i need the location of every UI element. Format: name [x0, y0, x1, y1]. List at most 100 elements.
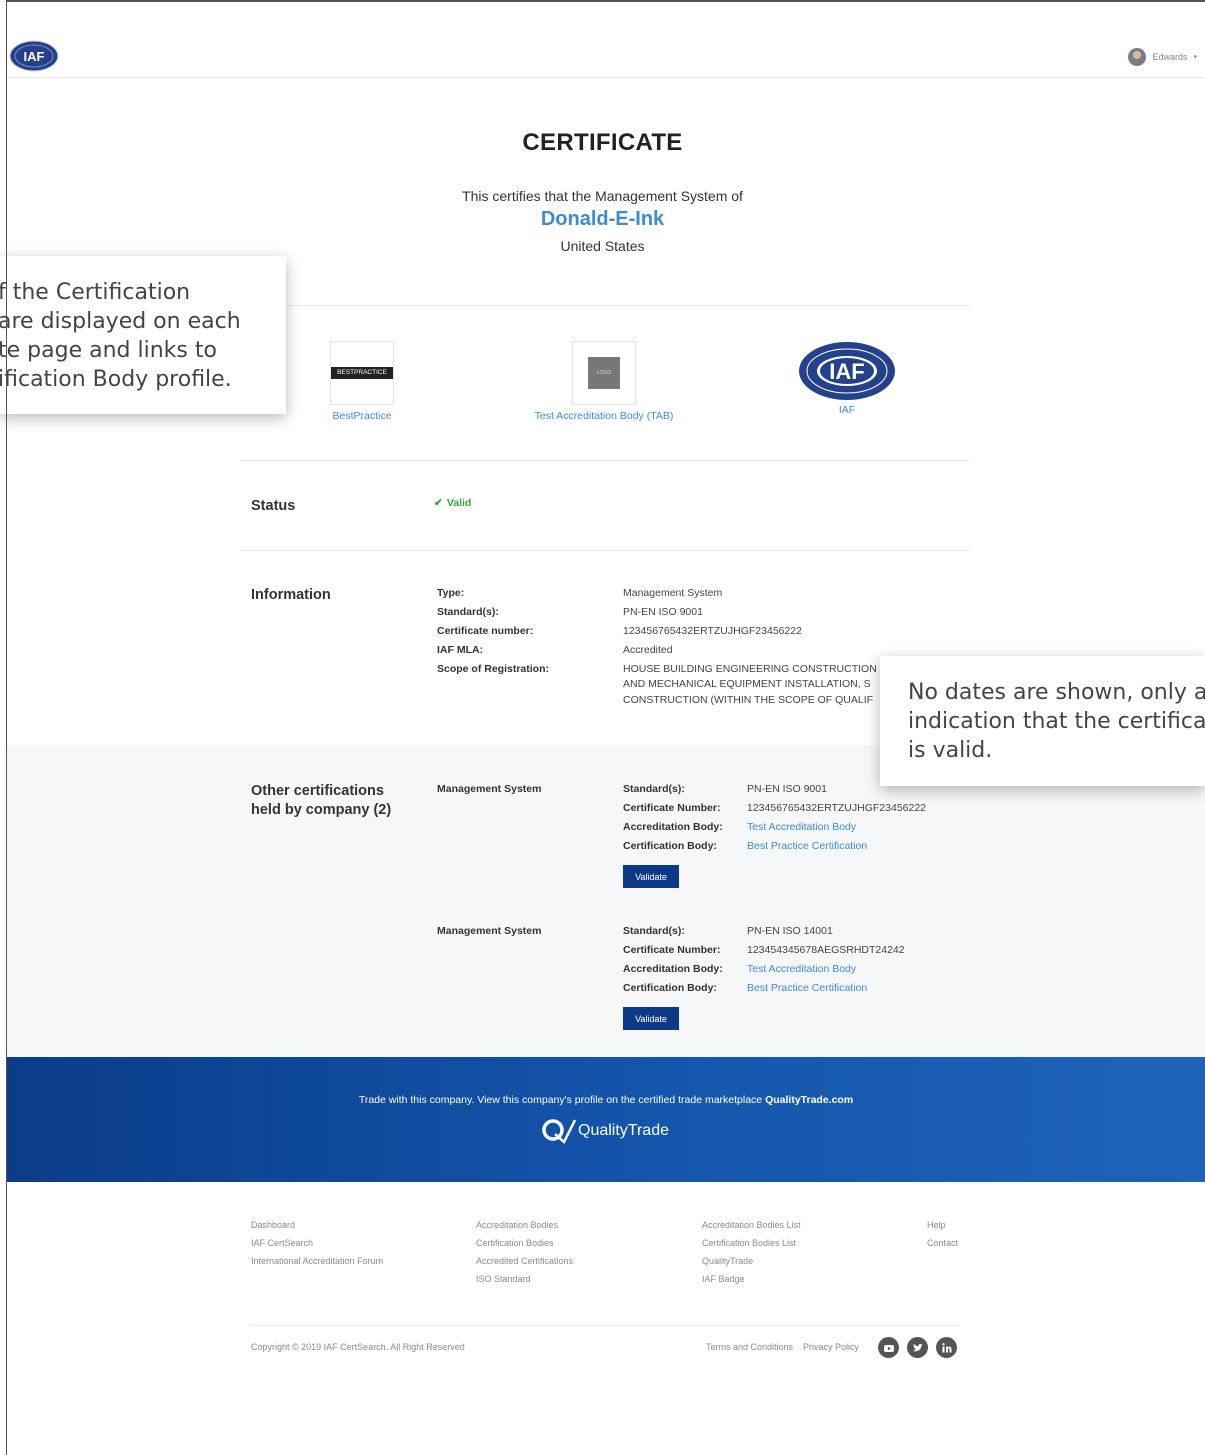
- other-cert-standard: PN-EN ISO 14001: [747, 925, 833, 937]
- other-certifications-label: Other certifications held by company (2): [251, 782, 391, 820]
- annotation-text: No dates are shown, only a indication th…: [908, 680, 1205, 763]
- footer-link-iaf-certsearch[interactable]: IAF CertSearch: [251, 1234, 383, 1252]
- svg-text:IAF: IAF: [829, 359, 864, 384]
- banner-text-prefix: Trade with this company. View this compa…: [358, 1094, 766, 1106]
- certification-body-link[interactable]: BestPractice: [310, 410, 414, 422]
- certification-body-link[interactable]: Best Practice Certification: [747, 982, 867, 995]
- banner-text: Trade with this company. View this compa…: [7, 1094, 1205, 1106]
- footer-link-certification-bodies[interactable]: Certification Bodies: [476, 1234, 573, 1252]
- iaf-link[interactable]: IAF: [816, 404, 878, 416]
- qualitytrade-brand: QualityTrade: [578, 1122, 669, 1139]
- qualitytrade-link[interactable]: QualityTrade.com: [765, 1094, 853, 1106]
- footer-col: Help Contact: [927, 1216, 958, 1252]
- footer-link-iaf[interactable]: International Accreditation Forum: [251, 1252, 383, 1270]
- company-name: Donald-E-Ink: [540, 208, 665, 230]
- footer-col: Accreditation Bodies Certification Bodie…: [476, 1216, 573, 1288]
- info-value-standard: PN-EN ISO 9001: [623, 606, 703, 618]
- other-cert-key: Certificate Number:: [623, 802, 721, 814]
- other-cert-key: Standard(s):: [623, 783, 685, 795]
- iaf-logo[interactable]: IAF: [9, 40, 59, 72]
- tab-logo-placeholder: LOGO: [588, 357, 620, 389]
- privacy-link[interactable]: Privacy Policy: [803, 1342, 859, 1352]
- accreditation-body-link[interactable]: Test Accreditation Body (TAB): [504, 410, 704, 422]
- info-key-scope: Scope of Registration:: [437, 663, 550, 675]
- user-menu[interactable]: Edwards ▾: [1128, 48, 1197, 66]
- footer-link-cb-list[interactable]: Certification Bodies List: [702, 1234, 801, 1252]
- qualitytrade-q-icon: [542, 1119, 576, 1145]
- certification-body-logo[interactable]: BESTPRACTICE: [330, 341, 394, 405]
- info-value-scope-line: CONSTRUCTION (WITHIN THE SCOPE OF QUALIF: [623, 694, 874, 706]
- status-label: Status: [251, 498, 296, 514]
- validate-button[interactable]: Validate: [623, 865, 679, 888]
- check-icon: ✔: [434, 497, 443, 509]
- other-cert-key: Certification Body:: [623, 840, 717, 852]
- other-certifications-label-line: held by company (2): [251, 802, 392, 818]
- footer-link-contact[interactable]: Contact: [927, 1234, 958, 1252]
- information-label: Information: [251, 587, 331, 603]
- other-cert-key: Accreditation Body:: [623, 963, 723, 975]
- info-key-iaf-mla: IAF MLA:: [437, 644, 484, 656]
- info-value-scope-line: HOUSE BUILDING ENGINEERING CONSTRUCTION: [623, 663, 877, 675]
- accreditation-body-link[interactable]: Test Accreditation Body: [747, 821, 856, 834]
- annotation-text: f the Certification are displayed on eac…: [0, 280, 241, 392]
- footer-link-accreditation-bodies[interactable]: Accreditation Bodies: [476, 1216, 573, 1234]
- other-certifications-label-line: Other certifications: [251, 783, 384, 799]
- info-value-iaf-mla: Accredited: [623, 644, 673, 656]
- info-key-standard: Standard(s):: [437, 606, 499, 618]
- validate-button[interactable]: Validate: [623, 1007, 679, 1030]
- footer-link-iso-standard[interactable]: ISO Standard: [476, 1270, 573, 1288]
- info-key-certificate-number: Certificate number:: [437, 625, 534, 637]
- terms-link[interactable]: Terms and Conditions: [706, 1342, 793, 1352]
- iaf-emblem-logo[interactable]: IAF: [797, 341, 897, 401]
- top-bar: IAF Edwards ▾: [7, 2, 1205, 78]
- annotation-callout-right: No dates are shown, only a indication th…: [880, 656, 1205, 786]
- annotation-callout-left: f the Certification are displayed on eac…: [0, 256, 286, 414]
- other-cert-number: 123454345678AEGSRHDT24242: [747, 944, 905, 956]
- user-name[interactable]: Edwards: [1152, 52, 1187, 62]
- status-badge: ✔ Valid: [434, 497, 471, 509]
- bestpractice-logo: BESTPRACTICE: [331, 367, 393, 379]
- svg-text:IAF: IAF: [24, 49, 45, 64]
- certificate-subtitle: This certifies that the Management Syste…: [462, 188, 743, 204]
- footer-col: Dashboard IAF CertSearch International A…: [251, 1216, 383, 1270]
- other-cert-key: Standard(s):: [623, 925, 685, 937]
- info-value-scope-line: AND MECHANICAL EQUIPMENT INSTALLATION, S: [623, 678, 871, 690]
- company-country: United States: [560, 238, 645, 254]
- other-cert-type: Management System: [437, 925, 542, 937]
- other-cert-standard: PN-EN ISO 9001: [747, 783, 827, 795]
- footer-link-qualitytrade[interactable]: QualityTrade: [702, 1252, 801, 1270]
- accreditation-body-link[interactable]: Test Accreditation Body: [747, 963, 856, 976]
- page-title: CERTIFICATE: [522, 129, 683, 156]
- avatar[interactable]: [1128, 48, 1147, 66]
- screenshot-frame-top: [6, 0, 1205, 2]
- divider: [240, 305, 970, 306]
- divider: [240, 550, 970, 551]
- twitter-icon[interactable]: [907, 1337, 928, 1358]
- other-cert-key: Certificate Number:: [623, 944, 721, 956]
- accreditation-body-logo[interactable]: LOGO: [572, 341, 636, 405]
- footer-link-help[interactable]: Help: [927, 1216, 958, 1234]
- divider: [250, 1325, 960, 1326]
- footer-link-iaf-badge[interactable]: IAF Badge: [702, 1270, 801, 1288]
- footer-col: Accreditation Bodies List Certification …: [702, 1216, 801, 1288]
- info-value-certificate-number: 123456765432ERTZUJHGF23456222: [623, 625, 803, 637]
- footer-link-dashboard[interactable]: Dashboard: [251, 1216, 383, 1234]
- chevron-down-icon[interactable]: ▾: [1193, 53, 1197, 61]
- youtube-icon[interactable]: [878, 1337, 899, 1358]
- info-key-type: Type:: [437, 587, 465, 599]
- qualitytrade-logo[interactable]: QualityTrade: [540, 1117, 669, 1145]
- other-cert-key: Accreditation Body:: [623, 821, 723, 833]
- footer-link-ab-list[interactable]: Accreditation Bodies List: [702, 1216, 801, 1234]
- other-cert-number: 123456765432ERTZUJHGF23456222: [747, 802, 927, 814]
- divider: [240, 460, 970, 461]
- linkedin-icon[interactable]: [936, 1337, 957, 1358]
- other-certifications-section: [7, 745, 1205, 1057]
- info-value-type: Management System: [623, 587, 723, 599]
- qualitytrade-banner: Trade with this company. View this compa…: [7, 1057, 1205, 1182]
- status-value: Valid: [446, 497, 472, 509]
- other-cert-type: Management System: [437, 783, 542, 795]
- certification-body-link[interactable]: Best Practice Certification: [747, 840, 867, 853]
- footer-link-accredited-certifications[interactable]: Accredited Certifications: [476, 1252, 573, 1270]
- screenshot-frame-left: [6, 0, 7, 1455]
- copyright: Copyright © 2019 IAF CertSearch. All Rig…: [251, 1342, 465, 1352]
